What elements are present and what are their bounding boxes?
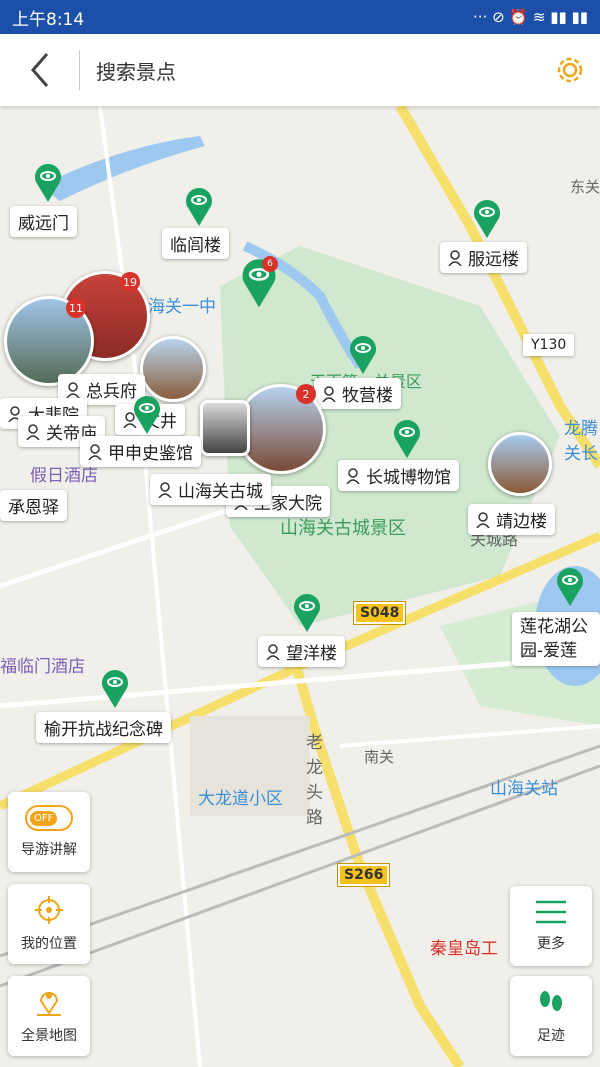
spot-thumbnail[interactable]	[488, 432, 552, 496]
person-icon	[88, 443, 102, 460]
spot-name: 山海关古城	[178, 482, 263, 502]
status-icons: ··· ⊘ ⏰ ≋ ▮▮ ▮▮	[473, 8, 588, 26]
footprints-icon	[540, 991, 562, 1011]
pin-lianhuahu-icon[interactable]	[555, 566, 585, 606]
guide-label: 导游讲解	[21, 842, 77, 858]
spot-label[interactable]: 甲申史鉴馆	[80, 436, 201, 467]
map-label-road: 老龙头路	[306, 733, 323, 828]
more-label: 更多	[537, 936, 565, 952]
map-label-hospital: 秦皇岛工	[430, 939, 498, 959]
map-label-station: 山海关站	[490, 779, 558, 799]
back-button[interactable]	[0, 50, 80, 90]
cluster-badge: 11	[66, 298, 86, 318]
spot-label[interactable]: 长城博物馆	[338, 460, 459, 491]
cluster-badge: 6	[262, 256, 278, 272]
footprint-label: 足迹	[537, 1028, 565, 1044]
pin-museum-icon[interactable]	[392, 418, 422, 458]
guide-toggle-button[interactable]: OFF 导游讲解	[8, 792, 90, 872]
person-icon	[158, 481, 172, 498]
map-label-community: 大龙道小区	[198, 789, 283, 809]
person-icon	[26, 423, 40, 440]
road-sign-y130: Y130	[523, 334, 575, 356]
overview-map-button[interactable]: 全景地图	[8, 976, 90, 1056]
person-icon	[346, 467, 360, 484]
pin-weiyuanmen-icon[interactable]	[33, 162, 63, 202]
header-bar: 搜索景点	[0, 34, 600, 106]
map-pins-icon	[37, 992, 61, 1016]
pin-wenjing-icon[interactable]	[132, 394, 162, 434]
crosshair-icon	[35, 896, 63, 924]
pin-yukai-icon[interactable]	[100, 668, 130, 708]
status-bar: 上午8:14 ··· ⊘ ⏰ ≋ ▮▮ ▮▮	[0, 0, 600, 34]
menu-icon	[536, 900, 566, 924]
cluster-badge: 2	[296, 384, 316, 404]
toggle-switch[interactable]: OFF	[25, 805, 73, 831]
footprint-button[interactable]: 足迹	[510, 976, 592, 1056]
person-icon	[476, 511, 490, 528]
map-label-hotel2: 福临门酒店	[0, 657, 85, 677]
clock: 上午8:14	[12, 9, 85, 30]
spot-name: 长城博物馆	[366, 468, 451, 488]
spot-thumbnail[interactable]	[140, 336, 206, 402]
map-label-district: 山海关古城景区	[280, 518, 406, 539]
spot-label[interactable]: 靖边楼	[468, 504, 555, 535]
chevron-left-icon	[30, 53, 48, 87]
overview-label: 全景地图	[21, 1028, 77, 1044]
spot-name: 服远楼	[468, 250, 519, 270]
map-label-dongguan: 东关	[570, 178, 600, 196]
spot-name: 靖边楼	[496, 512, 547, 532]
spot-label[interactable]: 临闾楼	[162, 228, 229, 259]
person-icon	[266, 643, 280, 660]
cluster-badge: 19	[120, 272, 140, 292]
spot-name: 总兵府	[86, 382, 137, 402]
more-button[interactable]: 更多	[510, 886, 592, 966]
my-location-button[interactable]: 我的位置	[8, 884, 90, 964]
map-label-longteng: 龙腾关长	[564, 419, 598, 464]
person-icon	[66, 381, 80, 398]
spot-label[interactable]: 威远门	[10, 206, 77, 237]
spot-name: 甲申史鉴馆	[108, 444, 193, 464]
location-label: 我的位置	[21, 936, 77, 952]
spot-label[interactable]: 服远楼	[440, 242, 527, 273]
map-label-school: 海关一中	[148, 297, 216, 317]
road-sign-s266: S266	[336, 863, 391, 887]
pin-muyinglou-icon[interactable]	[348, 334, 378, 374]
spot-thumbnail[interactable]	[200, 400, 250, 456]
gear-icon	[557, 57, 583, 83]
spot-name: 望洋楼	[286, 644, 337, 664]
settings-button[interactable]	[540, 54, 600, 86]
spot-label[interactable]: 莲花湖公园-爱莲	[512, 612, 600, 666]
map-view[interactable]: 海关一中 假日酒店 福临门酒店 山海关古城景区 天下第一关景区 大龙道小区 老龙…	[0, 106, 600, 1067]
spot-label[interactable]: 榆开抗战纪念碑	[36, 712, 171, 743]
spot-label[interactable]: 牧营楼	[314, 378, 401, 409]
spot-label[interactable]: 望洋楼	[258, 636, 345, 667]
person-icon	[322, 385, 336, 402]
search-spots-field[interactable]: 搜索景点	[96, 56, 540, 85]
map-label-nanguan: 南关	[364, 748, 395, 766]
road-sign-s048: S048	[352, 601, 407, 625]
pin-wangyanglou-icon[interactable]	[292, 592, 322, 632]
pin-linlvlou-icon[interactable]	[184, 186, 214, 226]
spot-label[interactable]: 承恩驿	[0, 490, 67, 521]
pin-fuyuanlou-icon[interactable]	[472, 198, 502, 238]
toggle-state: OFF	[30, 810, 58, 826]
spot-label[interactable]: 山海关古城	[150, 474, 271, 505]
spot-name: 牧营楼	[342, 386, 393, 406]
person-icon	[448, 249, 462, 266]
